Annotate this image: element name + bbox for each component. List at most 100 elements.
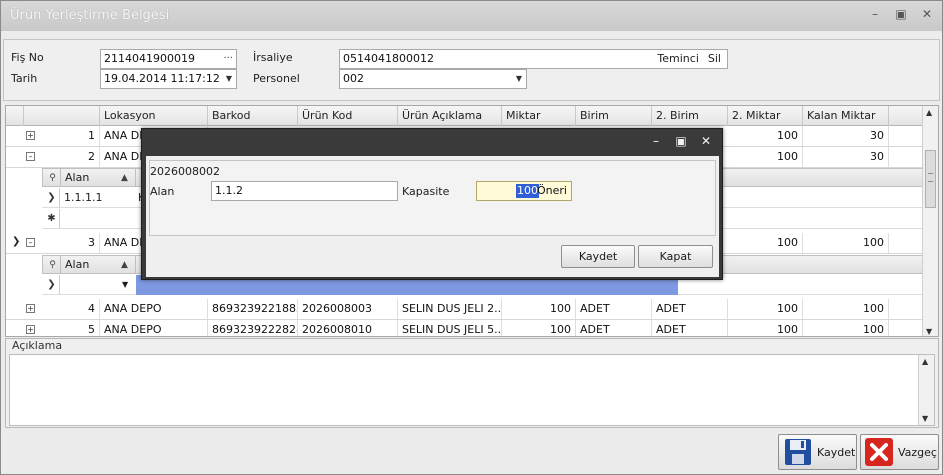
- cell-urun-aciklama[interactable]: SELIN DUS JELI 5...: [398, 320, 502, 336]
- col-lokasyon[interactable]: Lokasyon: [100, 106, 208, 126]
- cell-alan[interactable]: 1.1.1.1: [64, 188, 102, 207]
- cell-miktar[interactable]: 100: [502, 320, 576, 336]
- kaydet-button[interactable]: Kaydet: [778, 434, 857, 470]
- chevron-down-icon[interactable]: ▼: [516, 70, 522, 88]
- product-code: 2026008002: [150, 165, 220, 178]
- minimize-icon[interactable]: –: [868, 7, 882, 21]
- cell-2-miktar[interactable]: 100: [728, 126, 803, 146]
- grid-header: Lokasyon Barkod Ürün Kod Ürün Açıklama M…: [6, 106, 924, 126]
- new-row-icon: ✱: [44, 209, 60, 228]
- aciklama-group: Açıklama ▲ ▼: [5, 338, 939, 428]
- kapasite-value: 100: [516, 184, 539, 198]
- cell-miktar[interactable]: 100: [502, 299, 576, 319]
- alan-input[interactable]: 1.1.2: [211, 181, 398, 201]
- cell-birim[interactable]: ADET: [576, 320, 652, 336]
- row-indicator-icon: ❯: [44, 275, 60, 294]
- textarea-scrollbar[interactable]: ▲ ▼: [918, 355, 934, 425]
- col-urun-kod[interactable]: Ürün Kod: [298, 106, 398, 126]
- personel-field[interactable]: 002 ▼: [339, 69, 527, 89]
- window-title: Ürün Yerleştirme Belgesi: [10, 8, 170, 23]
- cancel-x-icon: [865, 438, 893, 466]
- dialog-kaydet-button[interactable]: Kaydet: [561, 245, 635, 268]
- header-spacer: [6, 106, 24, 126]
- alan-dialog: – ▣ ✕ 2026008002 Alan 1.1.2 Kapasite 100…: [141, 128, 723, 280]
- cell-kalan[interactable]: 30: [803, 147, 889, 167]
- cell-2-birim[interactable]: ADET: [652, 299, 728, 319]
- expand-icon[interactable]: +: [26, 304, 35, 313]
- grid-scrollbar[interactable]: ▲ ▼: [922, 106, 938, 336]
- cell-urun-aciklama[interactable]: SELIN DUS JELI 2...: [398, 299, 502, 319]
- cell-barkod[interactable]: 8693239221883: [208, 299, 298, 319]
- search-icon[interactable]: ⚲: [45, 256, 61, 274]
- cell-kalan[interactable]: 100: [803, 320, 889, 336]
- close-icon[interactable]: ✕: [700, 134, 712, 148]
- table-row[interactable]: + 5 ANA DEPO 8693239222828 2026008010 SE…: [6, 320, 924, 336]
- tarih-field[interactable]: 19.04.2014 11:17:12 ▼: [100, 69, 237, 89]
- chevron-down-icon[interactable]: ▼: [122, 275, 128, 294]
- col-birim[interactable]: Birim: [576, 106, 652, 126]
- col-alan[interactable]: Alan: [65, 169, 89, 187]
- scroll-down-icon[interactable]: ▼: [926, 327, 932, 336]
- vazgec-button[interactable]: Vazgeç: [860, 434, 939, 470]
- row-number: 3: [42, 233, 100, 253]
- row-number: 2: [42, 147, 100, 167]
- col-barkod[interactable]: Barkod: [208, 106, 298, 126]
- maximize-icon[interactable]: ▣: [675, 134, 687, 148]
- sort-asc-icon: ▲: [121, 260, 128, 270]
- kapasite-input[interactable]: 100 Öneri: [476, 181, 572, 201]
- tarih-value: 19.04.2014 11:17:12: [104, 72, 220, 85]
- cell-2-miktar[interactable]: 100: [728, 233, 803, 253]
- sil-link[interactable]: Sil: [708, 50, 721, 68]
- alan-value: 1.1.2: [215, 184, 243, 197]
- collapse-icon[interactable]: –: [26, 152, 35, 161]
- cell-kalan[interactable]: 100: [803, 233, 889, 253]
- expand-icon[interactable]: +: [26, 325, 35, 334]
- alan-label: Alan: [150, 185, 175, 198]
- col-alan[interactable]: Alan: [65, 256, 89, 274]
- scroll-down-icon[interactable]: ▼: [922, 414, 928, 423]
- irsaliye-field[interactable]: 0514041800012 Teminci Sil: [339, 49, 728, 69]
- header-rownum: [24, 106, 100, 126]
- minimize-icon[interactable]: –: [650, 134, 662, 148]
- chevron-down-icon[interactable]: ▼: [226, 70, 232, 88]
- dialog-title-bar: – ▣ ✕: [142, 129, 722, 156]
- cell-barkod[interactable]: 8693239222828: [208, 320, 298, 336]
- cell-2-miktar[interactable]: 100: [728, 299, 803, 319]
- col-2-birim[interactable]: 2. Birim: [652, 106, 728, 126]
- row-indicator-icon: ❯: [44, 188, 60, 207]
- table-row[interactable]: + 4 ANA DEPO 8693239221883 2026008003 SE…: [6, 299, 924, 320]
- aciklama-textarea[interactable]: ▲ ▼: [9, 354, 935, 426]
- cell-2-miktar[interactable]: 100: [728, 320, 803, 336]
- col-kalan-miktar[interactable]: Kalan Miktar: [803, 106, 889, 126]
- scroll-thumb[interactable]: [925, 150, 936, 208]
- expand-icon[interactable]: +: [26, 131, 35, 140]
- col-2-miktar[interactable]: 2. Miktar: [728, 106, 803, 126]
- oneri-link[interactable]: Öneri: [537, 182, 567, 200]
- dialog-kapat-button[interactable]: Kapat: [638, 245, 713, 268]
- main-window: Ürün Yerleştirme Belgesi – ▣ ✕ Fiş No 21…: [0, 0, 943, 475]
- tarih-label: Tarih: [11, 72, 38, 85]
- scroll-up-icon[interactable]: ▲: [922, 357, 928, 366]
- cell-urun-kod[interactable]: 2026008010: [298, 320, 398, 336]
- cell-kalan[interactable]: 100: [803, 299, 889, 319]
- col-urun-aciklama[interactable]: Ürün Açıklama: [398, 106, 502, 126]
- fis-no-field[interactable]: 2114041900019 ···: [100, 49, 237, 69]
- current-row-icon: ❯: [12, 236, 21, 247]
- cell-birim[interactable]: ADET: [576, 299, 652, 319]
- collapse-icon[interactable]: –: [26, 238, 35, 247]
- col-miktar[interactable]: Miktar: [502, 106, 576, 126]
- cell-urun-kod[interactable]: 2026008003: [298, 299, 398, 319]
- cell-kalan[interactable]: 30: [803, 126, 889, 146]
- ellipsis-icon[interactable]: ···: [223, 50, 233, 68]
- cell-2-miktar[interactable]: 100: [728, 147, 803, 167]
- cell-2-birim[interactable]: ADET: [652, 320, 728, 336]
- teminci-link[interactable]: Teminci: [657, 50, 698, 68]
- row-number: 1: [42, 126, 100, 146]
- search-icon[interactable]: ⚲: [45, 169, 61, 187]
- maximize-icon[interactable]: ▣: [894, 7, 908, 21]
- close-icon[interactable]: ✕: [920, 7, 934, 21]
- cell-lokasyon[interactable]: ANA DEPO: [100, 299, 208, 319]
- cell-lokasyon[interactable]: ANA DEPO: [100, 320, 208, 336]
- document-header: Fiş No 2114041900019 ··· Tarih 19.04.201…: [3, 39, 940, 101]
- scroll-up-icon[interactable]: ▲: [926, 108, 932, 117]
